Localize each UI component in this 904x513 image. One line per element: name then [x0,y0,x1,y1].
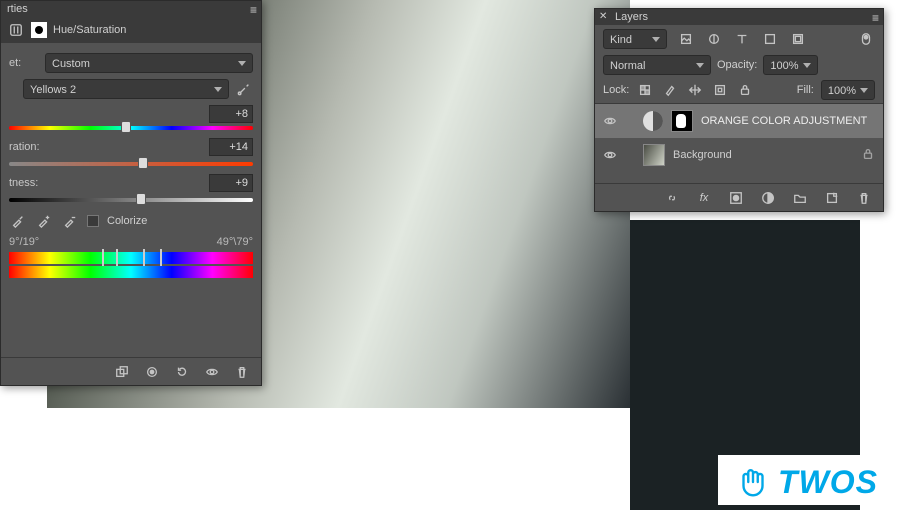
layer-row[interactable]: Background [595,138,883,172]
visibility-icon[interactable] [203,363,221,381]
hue-range-ramp-bottom [9,266,253,278]
layer-name[interactable]: Background [673,149,732,161]
lock-all-icon[interactable] [736,81,754,99]
layers-tab[interactable]: Layers [615,11,648,23]
saturation-slider[interactable] [9,162,253,166]
layers-tab-bar: ✕ Layers ≡ [595,9,883,25]
preset-value: Custom [52,58,90,70]
filter-toggle-icon[interactable] [857,30,875,48]
range-marker[interactable] [143,249,145,267]
eyedropper-subtract-icon[interactable] [61,212,79,230]
filter-kind-value: Kind [610,34,632,46]
lightness-knob[interactable] [136,193,146,205]
layers-footer: fx [595,183,883,211]
opacity-input[interactable]: 100% [763,55,817,75]
hue-range-left: 9°/19° [9,236,39,248]
properties-panel: rties ≡ Hue/Saturation et: Custom Yellow… [0,0,262,386]
blend-mode-select[interactable]: Normal [603,55,711,75]
layer-thumb [643,144,665,166]
properties-tab[interactable]: rties [7,3,28,15]
preset-label: et: [9,57,39,69]
watermark-logo: TWOS [718,455,894,505]
filter-type-icon[interactable] [733,30,751,48]
link-layers-icon[interactable] [663,189,681,207]
colorize-checkbox[interactable] [87,215,99,227]
range-marker[interactable] [102,249,104,267]
lock-transparency-icon[interactable] [636,81,654,99]
lock-artboard-icon[interactable] [711,81,729,99]
lock-icon [861,147,875,164]
filter-pixel-icon[interactable] [677,30,695,48]
filter-adjustment-icon[interactable] [705,30,723,48]
saturation-knob[interactable] [138,157,148,169]
lock-pixels-icon[interactable] [661,81,679,99]
opacity-value: 100% [770,60,798,72]
saturation-label: ration: [9,141,40,153]
filter-shape-icon[interactable] [761,30,779,48]
color-range-select[interactable]: Yellows 2 [23,79,229,99]
preset-select[interactable]: Custom [45,53,253,73]
layers-close-icon[interactable]: ✕ [599,11,607,22]
fill-value: 100% [828,85,856,97]
lock-label: Lock: [603,84,629,96]
view-previous-icon[interactable] [143,363,161,381]
panel-menu-icon[interactable]: ≡ [872,11,879,25]
lightness-input[interactable] [209,174,253,192]
properties-footer [1,357,261,385]
panel-menu-icon[interactable]: ≡ [250,3,257,17]
filter-kind-select[interactable]: Kind [603,29,667,49]
new-group-icon[interactable] [791,189,809,207]
targeted-adjustment-icon[interactable] [235,80,253,98]
layer-fx-icon[interactable]: fx [695,189,713,207]
layer-mask-thumb[interactable] [671,110,693,132]
lock-position-icon[interactable] [686,81,704,99]
lightness-label: tness: [9,177,39,189]
add-mask-icon[interactable] [727,189,745,207]
eyedropper-add-icon[interactable] [35,212,53,230]
adjustment-title: Hue/Saturation [53,24,126,36]
saturation-input[interactable] [209,138,253,156]
delete-icon[interactable] [233,363,251,381]
clip-to-layer-icon[interactable] [113,363,131,381]
eyedropper-icon[interactable] [9,212,27,230]
hue-slider[interactable] [9,126,253,130]
colorize-label: Colorize [107,215,147,227]
properties-tab-bar: rties ≡ [1,1,261,17]
new-layer-icon[interactable] [823,189,841,207]
visibility-toggle-icon[interactable] [603,148,617,162]
lightness-slider[interactable] [9,198,253,202]
blend-mode-value: Normal [610,60,645,72]
fill-label: Fill: [797,84,814,96]
color-range-value: Yellows 2 [30,84,76,96]
adjustment-panel-icon[interactable] [7,21,25,39]
visibility-toggle-icon[interactable] [603,114,617,128]
hue-range-ramp-top[interactable] [9,252,253,264]
hue-range-right: 49°\79° [217,236,253,248]
layers-panel: ✕ Layers ≡ Kind Normal Opacity: 100% Loc… [594,8,884,212]
watermark-hand-icon [734,463,772,501]
delete-layer-icon[interactable] [855,189,873,207]
range-marker[interactable] [116,249,118,267]
hue-sat-icon [31,22,47,38]
layer-row[interactable]: ORANGE COLOR ADJUSTMENT [595,104,883,138]
filter-smart-icon[interactable] [789,30,807,48]
fill-input[interactable]: 100% [821,80,875,100]
reset-icon[interactable] [173,363,191,381]
adjustment-thumb-icon [643,111,663,131]
layer-name[interactable]: ORANGE COLOR ADJUSTMENT [701,115,867,127]
range-marker[interactable] [160,249,162,267]
hue-knob[interactable] [121,121,131,133]
hue-input[interactable] [209,105,253,123]
opacity-label: Opacity: [717,59,757,71]
watermark-text: TWOS [778,464,878,501]
layer-list: ORANGE COLOR ADJUSTMENT Background [595,104,883,172]
new-adjustment-icon[interactable] [759,189,777,207]
